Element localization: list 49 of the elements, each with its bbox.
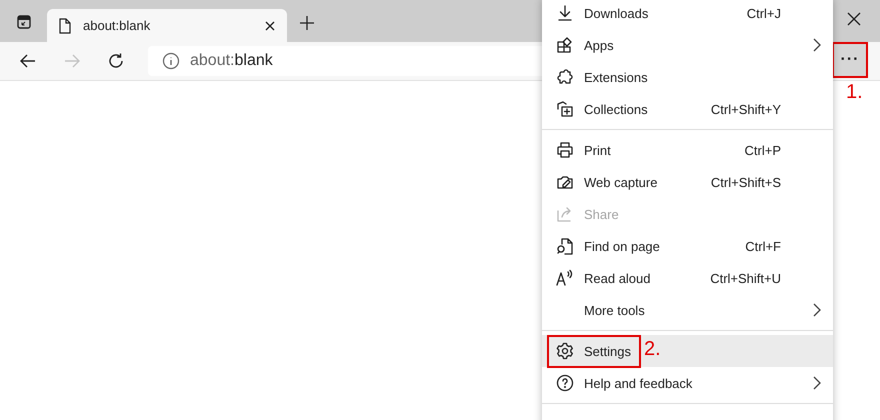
- menu-item[interactable]: Web capture Ctrl+Shift+S: [542, 166, 833, 198]
- menu-label: Share: [584, 206, 619, 222]
- back-arrow-icon: [19, 52, 37, 70]
- puzzle-icon: [556, 68, 574, 86]
- read-aloud-icon: [556, 269, 574, 287]
- apps-icon: [556, 36, 574, 54]
- download-icon: [556, 4, 574, 22]
- menu-item[interactable]: Find on page Ctrl+F: [542, 230, 833, 262]
- shortcut-text: Ctrl+F: [744, 238, 781, 254]
- info-icon[interactable]: [162, 52, 180, 70]
- menu-item[interactable]: Print Ctrl+P: [542, 134, 833, 166]
- menu-item[interactable]: Settings 2.: [542, 335, 833, 367]
- gear-icon: [556, 342, 574, 360]
- address-text: about:blank: [190, 52, 273, 70]
- shortcut-text: Ctrl+P: [744, 142, 781, 158]
- more-menu-button[interactable]: ···: [834, 44, 866, 76]
- plus-icon: [299, 15, 315, 31]
- menu-item[interactable]: Collections Ctrl+Shift+Y: [542, 93, 833, 125]
- menu-label: Help and feedback: [584, 376, 692, 390]
- menu-item[interactable]: More tools: [542, 294, 833, 326]
- shortcut-text: Ctrl+Shift+Y: [710, 102, 781, 116]
- menu-label: Print: [584, 142, 611, 158]
- browser-tab[interactable]: about:blank: [47, 9, 287, 42]
- menu-item[interactable]: Read aloud Ctrl+Shift+U: [542, 262, 833, 294]
- menu-item[interactable]: Downloads Ctrl+J: [542, 0, 833, 29]
- page-icon: [59, 18, 71, 34]
- step-label: 1.: [846, 81, 863, 104]
- menu-label: Collections: [584, 102, 648, 116]
- menu-label: Find on page: [584, 238, 660, 254]
- printer-icon: [556, 141, 574, 159]
- collections-icon: [556, 100, 574, 118]
- refresh-icon: [107, 52, 125, 70]
- step-label: 2.: [644, 338, 661, 361]
- close-icon[interactable]: [265, 20, 275, 30]
- menu-label: Web capture: [584, 174, 658, 190]
- menu-label: Downloads: [584, 6, 648, 20]
- find-page-icon: [556, 237, 574, 255]
- menu-label: More tools: [584, 302, 645, 318]
- help-icon: [556, 374, 574, 392]
- shortcut-text: Ctrl+Shift+U: [709, 270, 781, 286]
- tab-title: about:blank: [83, 18, 152, 33]
- menu-label: Settings: [549, 336, 639, 366]
- tab-actions-icon[interactable]: [17, 15, 31, 29]
- shortcut-text: Ctrl+J: [746, 6, 781, 20]
- forward-arrow-icon: [63, 52, 81, 70]
- close-icon: [847, 12, 861, 26]
- shortcut-text: Ctrl+Shift+S: [710, 174, 781, 190]
- menu-item[interactable]: Help and feedback: [542, 367, 833, 399]
- menu-label: Read aloud: [584, 270, 650, 286]
